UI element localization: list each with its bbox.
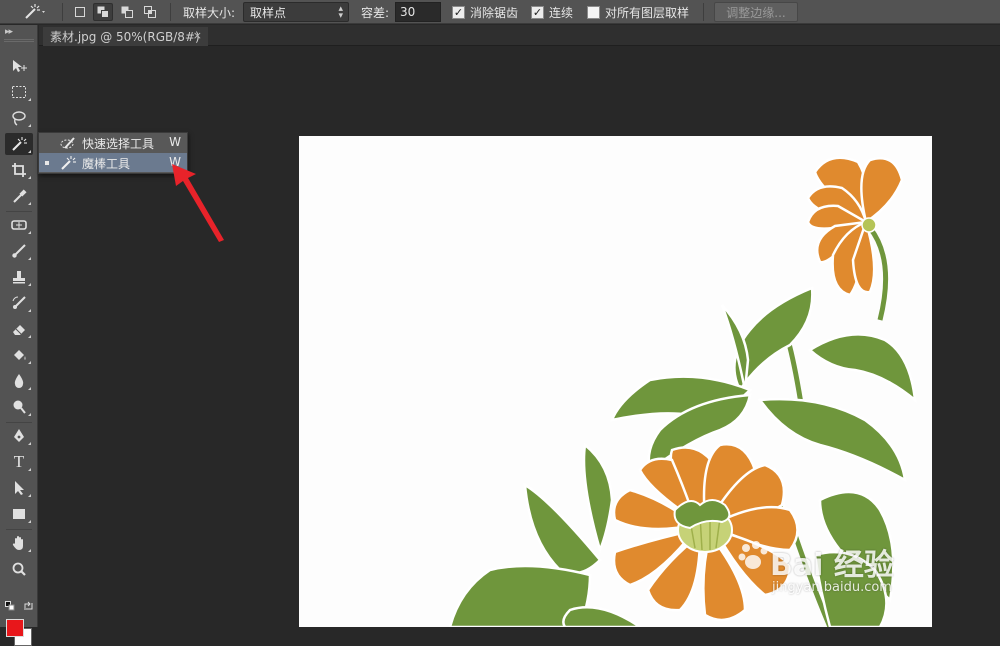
panel-grip[interactable] bbox=[4, 39, 34, 42]
pen-tool-icon[interactable] bbox=[5, 425, 33, 447]
tolerance-label: 容差: bbox=[361, 5, 390, 20]
anti-alias-checkbox[interactable]: ✓ bbox=[452, 5, 465, 19]
add-to-selection-icon[interactable] bbox=[93, 3, 113, 21]
separator bbox=[62, 3, 63, 21]
sample-size-value: 取样点 bbox=[250, 5, 287, 20]
anti-alias-option[interactable]: ✓ 消除锯齿 bbox=[452, 0, 518, 24]
healing-brush-tool-icon[interactable] bbox=[5, 214, 33, 236]
crop-tool-icon[interactable] bbox=[5, 159, 33, 181]
zoom-tool-icon[interactable] bbox=[5, 558, 33, 580]
select-arrows-icon: ▴ ▾ bbox=[338, 4, 343, 21]
sample-all-layers-label: 对所有图层取样 bbox=[605, 5, 690, 20]
anti-alias-label: 消除锯齿 bbox=[470, 5, 519, 20]
blur-tool-icon[interactable] bbox=[5, 370, 33, 392]
magic-wand-tool-icon[interactable] bbox=[5, 133, 33, 155]
refine-edge-button[interactable]: 调整边缘... bbox=[714, 2, 798, 22]
clone-stamp-tool-icon[interactable] bbox=[5, 266, 33, 288]
tolerance-input[interactable]: 30 bbox=[395, 2, 441, 22]
sample-all-layers-checkbox[interactable] bbox=[587, 5, 600, 19]
contiguous-option[interactable]: ✓ 连续 bbox=[531, 0, 573, 24]
intersect-selection-icon[interactable] bbox=[140, 3, 160, 21]
eraser-tool-icon[interactable] bbox=[5, 318, 33, 340]
move-tool-icon[interactable] bbox=[5, 55, 33, 77]
quick-selection-tool-item[interactable]: 快速选择工具 W bbox=[39, 133, 187, 152]
quick-selection-tool-icon bbox=[59, 134, 77, 151]
close-tab-icon[interactable]: × bbox=[193, 29, 202, 42]
watermark-url: jingyan.baidu.com bbox=[772, 580, 892, 595]
toolbar-divider bbox=[6, 529, 32, 530]
separator bbox=[703, 3, 704, 21]
tools-panel: ▸▸ T bbox=[0, 25, 38, 646]
type-tool-icon[interactable]: T bbox=[5, 451, 33, 473]
contiguous-checkbox[interactable]: ✓ bbox=[531, 5, 544, 19]
sample-size-label: 取样大小: bbox=[183, 5, 236, 20]
magic-wand-tool-label: 魔棒工具 bbox=[82, 157, 131, 171]
brush-tool-icon[interactable] bbox=[5, 240, 33, 262]
default-colors-icon[interactable] bbox=[5, 601, 15, 614]
collapse-panel-icon[interactable]: ▸▸ bbox=[5, 27, 13, 37]
lasso-tool-icon[interactable] bbox=[5, 107, 33, 129]
hand-tool-icon[interactable] bbox=[5, 532, 33, 554]
marquee-tool-icon[interactable] bbox=[5, 81, 33, 103]
toolbar-divider bbox=[6, 211, 32, 212]
contiguous-label: 连续 bbox=[549, 5, 574, 20]
quick-selection-tool-label: 快速选择工具 bbox=[82, 137, 155, 151]
selected-tool-marker bbox=[45, 161, 49, 165]
paw-logo-icon bbox=[738, 541, 768, 569]
quick-selection-shortcut: W bbox=[169, 135, 181, 149]
paint-bucket-tool-icon[interactable] bbox=[5, 344, 33, 366]
document-tab-title: 素材.jpg @ 50%(RGB/8#) bbox=[50, 30, 200, 44]
new-selection-icon[interactable] bbox=[70, 3, 90, 21]
document-tab-bar: 素材.jpg @ 50%(RGB/8#) × bbox=[39, 25, 1000, 46]
toolbar-divider bbox=[6, 422, 32, 423]
sample-size-select[interactable]: 取样点 ▴ ▾ bbox=[243, 2, 349, 22]
watermark-title: Bai 经验 bbox=[770, 548, 894, 583]
separator bbox=[170, 3, 171, 21]
eyedropper-tool-icon[interactable] bbox=[5, 185, 33, 207]
rectangle-tool-icon[interactable] bbox=[5, 503, 33, 525]
magic-wand-tool-item[interactable]: 魔棒工具 W bbox=[39, 153, 187, 172]
path-selection-tool-icon[interactable] bbox=[5, 477, 33, 499]
document-tab[interactable]: 素材.jpg @ 50%(RGB/8#) × bbox=[43, 27, 208, 46]
red-annotation-arrow bbox=[172, 164, 224, 242]
magic-wand-tool-preset-icon[interactable] bbox=[22, 0, 46, 24]
subtract-from-selection-icon[interactable] bbox=[117, 3, 137, 21]
foreground-color-swatch[interactable] bbox=[6, 619, 24, 637]
magic-wand-icon bbox=[59, 154, 77, 171]
sample-all-layers-option[interactable]: 对所有图层取样 bbox=[587, 0, 689, 24]
options-bar: 取样大小: 取样点 ▴ ▾ 容差: 30 ✓ 消除锯齿 ✓ 连续 对所有图层取样 … bbox=[0, 0, 1000, 24]
swap-colors-icon[interactable] bbox=[23, 601, 34, 615]
history-brush-tool-icon[interactable] bbox=[5, 292, 33, 314]
dodge-tool-icon[interactable] bbox=[5, 396, 33, 418]
